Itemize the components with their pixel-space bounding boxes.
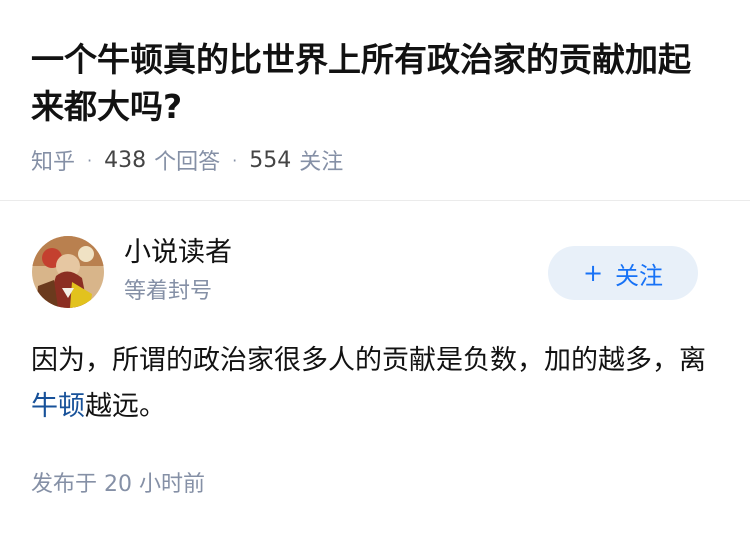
section-divider <box>0 200 750 201</box>
follow-button-label: 关注 <box>615 261 664 290</box>
author-name[interactable]: 小说读者 <box>124 234 232 272</box>
meta-separator: · <box>87 150 93 170</box>
published-value: 20 小时前 <box>104 472 206 497</box>
avatar[interactable] <box>32 236 104 308</box>
answer-text-start: 因为，所谓的政治家很多人的贡献是负数，加的越多，离 <box>31 345 706 376</box>
follower-count-label[interactable]: 关注 <box>299 144 343 176</box>
plus-icon: + <box>582 259 604 287</box>
meta-separator: · <box>232 150 238 170</box>
answer-count: 438 <box>104 147 147 173</box>
source-label[interactable]: 知乎 <box>31 144 75 176</box>
published-label: 发布于 <box>31 472 98 497</box>
published-time: 发布于 20 小时前 <box>31 470 205 500</box>
follow-button[interactable]: + 关注 <box>548 246 698 300</box>
follower-count: 554 <box>249 147 292 173</box>
author-bio: 等着封号 <box>124 279 213 304</box>
avatar-image <box>32 236 104 308</box>
question-title[interactable]: 一个牛顿真的比世界上所有政治家的贡献加起来都大吗? <box>31 36 721 130</box>
answer-count-label[interactable]: 个回答 <box>154 144 220 176</box>
newton-link[interactable]: 牛顿 <box>31 391 85 422</box>
answer-page: 一个牛顿真的比世界上所有政治家的贡献加起来都大吗? 知乎 · 438 个回答 ·… <box>0 0 750 538</box>
answer-text-end: 越远。 <box>85 391 166 422</box>
question-meta: 知乎 · 438 个回答 · 554 关注 <box>31 144 343 176</box>
answer-content: 因为，所谓的政治家很多人的贡献是负数，加的越多，离牛顿越远。 <box>31 338 711 430</box>
